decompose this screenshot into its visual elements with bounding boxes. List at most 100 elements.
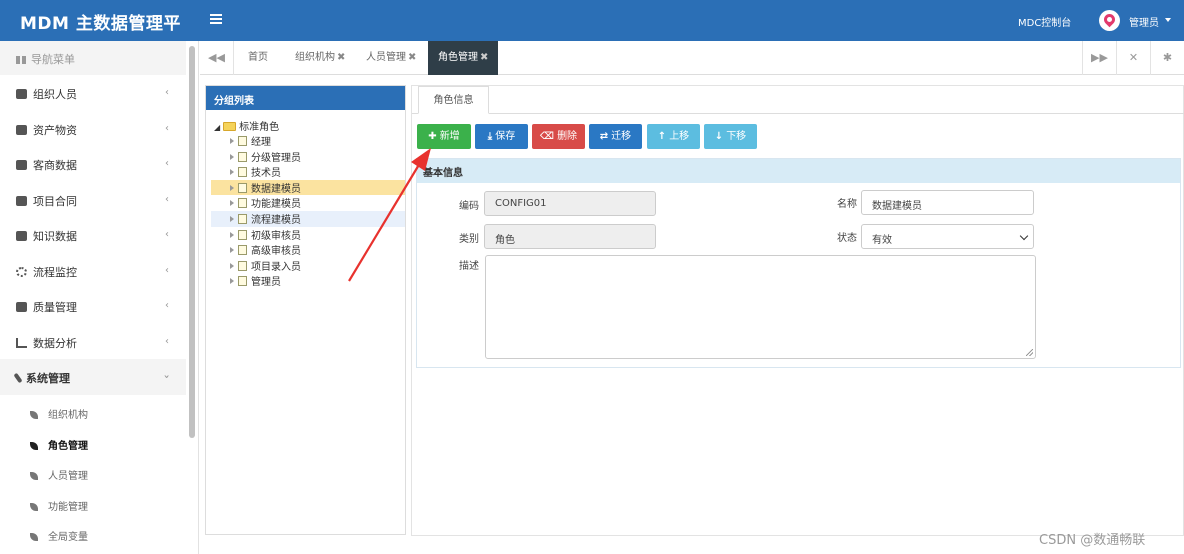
arrow-up-icon: ↑	[657, 131, 667, 142]
file-icon	[238, 198, 247, 209]
tree-node[interactable]: 经理	[211, 133, 405, 149]
expand-icon[interactable]	[230, 169, 234, 176]
tree-node-selected[interactable]: 数据建模员	[211, 179, 405, 196]
sidebar-item-org-people[interactable]: 组织人员 ‹	[0, 75, 186, 111]
caret-down-icon[interactable]	[1165, 18, 1171, 22]
sidebar-item-projects[interactable]: 项目合同 ‹	[0, 182, 186, 218]
tree-node[interactable]: 分级管理员	[211, 149, 405, 165]
spinner-icon	[16, 266, 27, 277]
sidebar-item-system[interactable]: 系统管理 ‹	[0, 359, 186, 395]
sidebar-item-analysis[interactable]: 数据分析 ‹	[0, 324, 186, 360]
tabs-scroll-right-icon[interactable]: ▶▶	[1082, 41, 1116, 75]
file-icon	[238, 245, 247, 256]
sidebar-subitem-people[interactable]: 人员管理	[0, 459, 186, 489]
name-field[interactable]: 数据建模员	[861, 190, 1034, 215]
user-menu[interactable]: 管理员	[1129, 14, 1159, 29]
type-field[interactable]: 角色	[484, 224, 656, 249]
leaf-icon	[30, 533, 38, 541]
sidebar-subitem-org[interactable]: 组织机构	[0, 398, 186, 428]
tab-home[interactable]: 首页	[248, 41, 268, 75]
chevron-down-icon	[1019, 231, 1029, 241]
expand-icon[interactable]	[230, 216, 234, 222]
tree-node[interactable]: 技术员	[211, 164, 405, 180]
expand-icon[interactable]	[230, 200, 234, 207]
expand-icon[interactable]	[230, 231, 234, 238]
sidebar-item-assets[interactable]: 资产物资 ‹	[0, 111, 186, 147]
sidebar-item-knowledge[interactable]: 知识数据 ‹	[0, 217, 186, 253]
leaf-icon	[30, 472, 38, 480]
list-icon	[16, 302, 27, 312]
caret-down-icon[interactable]: ◢	[214, 123, 220, 132]
type-label: 类别	[459, 234, 479, 245]
tab-people[interactable]: 人员管理 ✖	[366, 41, 416, 75]
tree-node[interactable]: 项目录入员	[211, 258, 405, 274]
user-avatar-icon[interactable]	[1099, 10, 1120, 31]
tab-divider	[412, 113, 1184, 114]
file-icon	[238, 151, 247, 162]
tab-role-info[interactable]: 角色信息	[418, 86, 489, 114]
watermark: CSDN @数通畅联	[1039, 533, 1146, 548]
file-icon	[238, 276, 247, 287]
sidebar-scrollbar[interactable]	[189, 46, 195, 438]
tree-node[interactable]: 功能建模员	[211, 195, 405, 211]
gear-icon[interactable]: ✱	[1150, 41, 1184, 75]
file-icon	[238, 260, 247, 271]
file-icon	[238, 214, 247, 224]
code-label: 编码	[459, 201, 479, 212]
tree-root[interactable]: ◢ 标准角色	[214, 118, 279, 133]
status-select[interactable]: 有效	[861, 224, 1034, 249]
sidebar-item-quality[interactable]: 质量管理 ‹	[0, 288, 186, 324]
close-icon[interactable]: ✖	[480, 52, 488, 63]
hamburger-menu-icon[interactable]	[210, 12, 222, 26]
add-button[interactable]: ✚ 新增	[417, 124, 471, 149]
sidebar-item-merchants[interactable]: 客商数据 ‹	[0, 146, 186, 182]
chevron-left-icon: ‹	[165, 229, 169, 240]
expand-icon[interactable]	[230, 247, 234, 254]
expand-icon[interactable]	[230, 262, 234, 269]
expand-icon[interactable]	[230, 184, 234, 191]
fullscreen-icon[interactable]: ✕	[1116, 41, 1150, 75]
status-label: 状态	[837, 233, 857, 244]
delete-button[interactable]: ⌫ 删除	[532, 124, 585, 149]
group-list-title: 分组列表	[206, 86, 405, 110]
chevron-down-icon: ‹	[161, 374, 173, 379]
move-up-button[interactable]: ↑ 上移	[647, 124, 700, 149]
expand-icon[interactable]	[230, 153, 234, 160]
resize-handle-icon[interactable]	[1026, 349, 1033, 356]
wrench-icon	[13, 372, 23, 384]
sidebar-item-process[interactable]: 流程监控 ‹	[0, 253, 186, 289]
chevron-left-icon: ‹	[165, 158, 169, 169]
tree-node-hover[interactable]: 流程建模员	[211, 211, 405, 227]
chevron-left-icon: ‹	[165, 264, 169, 276]
close-icon[interactable]: ✖	[337, 52, 345, 63]
leaf-icon	[30, 411, 38, 419]
sidebar-subitem-functions[interactable]: 功能管理	[0, 490, 186, 520]
tree-node[interactable]: 管理员	[211, 273, 405, 289]
save-button[interactable]: ⤓ 保存	[475, 124, 528, 149]
sidebar-subitem-globals[interactable]: 全局变量	[0, 520, 186, 550]
sidebar: 导航菜单 组织人员 ‹ 资产物资 ‹ 客商数据 ‹ 项目合同 ‹ 知识数据 ‹ 流程监控 ‹…	[0, 41, 199, 554]
file-icon	[238, 229, 247, 240]
users-icon	[16, 89, 27, 99]
tab-roles[interactable]: 角色管理 ✖	[428, 41, 499, 75]
main-content: 分组列表 ◢ 标准角色 经理 分级管理员 技术员 数据建模员 功能建模员 流程建模…	[200, 75, 1184, 554]
code-field[interactable]: CONFIG01	[484, 191, 656, 216]
chevron-left-icon: ‹	[165, 335, 169, 347]
close-icon[interactable]: ✖	[408, 52, 416, 63]
move-down-button[interactable]: ↓ 下移	[704, 124, 757, 149]
expand-icon[interactable]	[230, 138, 234, 144]
console-link[interactable]: MDC控制台	[1018, 14, 1071, 29]
expand-icon[interactable]	[230, 278, 234, 285]
tree-node[interactable]: 高级审核员	[211, 242, 405, 258]
migrate-button[interactable]: ⇄ 迁移	[589, 124, 642, 149]
sidebar-subitem-roles[interactable]: 角色管理	[0, 429, 186, 459]
group-list-panel: 分组列表 ◢ 标准角色 经理 分级管理员 技术员 数据建模员 功能建模员 流程建模…	[205, 85, 406, 535]
file-icon	[238, 136, 247, 146]
description-textarea[interactable]	[485, 255, 1036, 359]
tabs-scroll-left-icon[interactable]: ◀◀	[200, 41, 234, 75]
tree-node[interactable]: 初级审核员	[211, 227, 405, 243]
download-icon: ⤓	[487, 131, 493, 142]
tab-org[interactable]: 组织机构 ✖	[295, 41, 345, 75]
tab-bar: ◀◀ 首页 组织机构 ✖ 人员管理 ✖ 角色管理 ✖ ▶▶ ✕ ✱	[200, 41, 1184, 75]
sidebar-header: 导航菜单	[0, 41, 186, 75]
